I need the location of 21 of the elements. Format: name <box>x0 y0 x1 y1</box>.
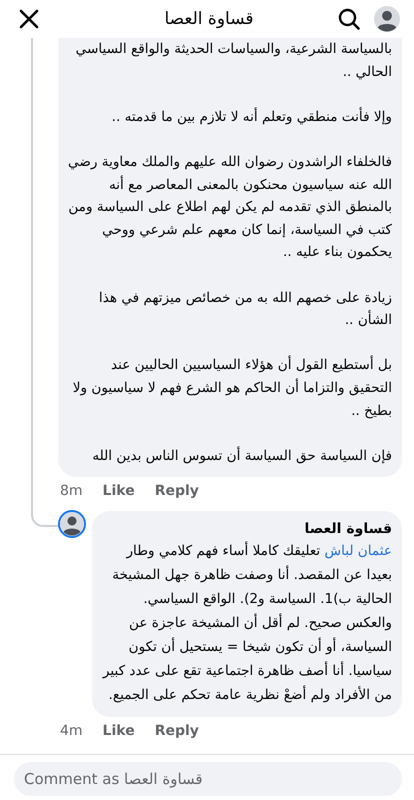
comment-text: بل أستطيع القول أن هؤلاء السياسيين الحاليين عند التحقيق والتزاما أن الحاكم هو الشرع فهم لا سياسيون ولا بطيخ .. <box>72 354 392 420</box>
comment-text: وإلا فأنت منطقي وتعلم أنه لا تلازم بين ما قدمته .. <box>110 106 392 127</box>
comment-text: عثمان لباش تعليقك كاملا أساء فهم كلامي وطار بعيدا عن المقصد. أنا وصفت ظاهرة جهل المشيخة الحالية ب)1. السياسة و2). الواقع السياسي. والعكس صحيح. لم أقل أن المشيخة عاجزة عن السياسة، أو أن تكون شيخا = يستحيل أن تكون سياسيا. أنا أصف ظاهرة اجتماعية تقع على عدد كبير من الأفراد ولم أضعْ نظرية عامة تحكم على الجميع. <box>102 540 392 706</box>
comment-text: فالخلفاء الراشدون رضوان الله عليهم والملك معاوية رضي الله عنه سياسيون محنكون بالمعنى المعاصر مع أنه بالمنطق الذي تقدمه لم يكن لهم اطلاع على السياسة ومن كتب في السياسة، إنما كان معهم علم شرعي ووحي يحكمون بناء عليه .. <box>68 152 392 262</box>
like-link[interactable]: Like <box>102 483 135 502</box>
mention-link[interactable]: عثمان لباش <box>324 543 392 560</box>
timestamp: 8m <box>60 483 83 502</box>
search-icon[interactable] <box>338 8 360 30</box>
reply-link[interactable]: Reply <box>154 483 199 502</box>
profile-avatar[interactable] <box>374 6 400 32</box>
author-name[interactable]: قساوة العصا <box>102 519 392 540</box>
page-title: قساوة العصا <box>163 9 255 29</box>
timestamp: 4m <box>60 723 83 742</box>
comment-text: بالسياسة الشرعية، والسياسات الحديثة والواقع السياسي الحالي .. <box>74 40 392 82</box>
like-link[interactable]: Like <box>102 723 135 742</box>
commenter-avatar[interactable] <box>60 512 84 536</box>
comment-field[interactable]: Comment as قساوة العصا <box>14 762 402 796</box>
comment-text: فإن السياسة حق السياسة أن تسوس الناس بدين الله <box>91 445 392 466</box>
close-icon[interactable] <box>18 8 40 30</box>
reply-link[interactable]: Reply <box>154 723 199 742</box>
comment-text: زيادة على خصهم الله به من خصائص ميزتهم في هذا الشأن .. <box>98 288 392 330</box>
